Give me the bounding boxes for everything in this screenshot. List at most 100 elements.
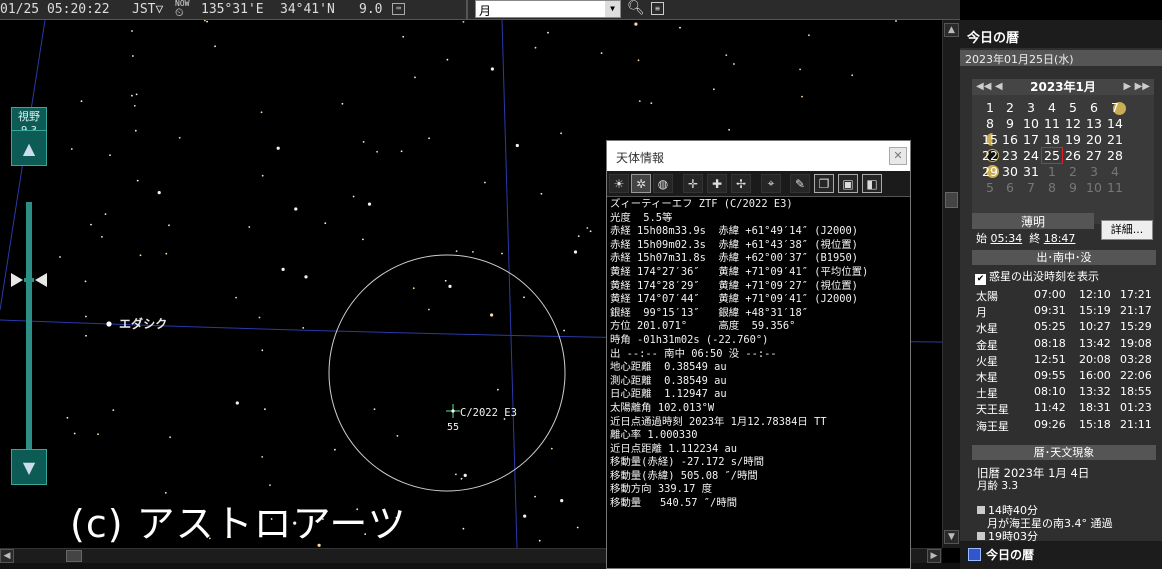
calendar-day[interactable]: 16: [1000, 132, 1020, 147]
keyboard-icon[interactable]: ⌨: [392, 3, 405, 15]
vertical-scroll-thumb[interactable]: [945, 192, 958, 208]
calendar-day[interactable]: 6: [1084, 100, 1104, 115]
detail-button[interactable]: 詳細...: [1101, 220, 1153, 240]
next-month-button[interactable]: ▶ ▶▶: [1123, 79, 1150, 95]
calendar-day[interactable]: 31: [1021, 164, 1041, 179]
star-target-icon[interactable]: ✲: [631, 174, 651, 193]
comet-marker[interactable]: [446, 404, 460, 418]
twilight-end-time[interactable]: 18:47: [1044, 232, 1076, 245]
calendar-day[interactable]: 7: [1105, 100, 1125, 115]
planet-transit: 15:18: [1079, 417, 1111, 431]
twilight-start-time[interactable]: 05:34: [991, 232, 1023, 245]
timezone-dropdown[interactable]: JST▽: [132, 2, 163, 17]
star: [801, 95, 803, 98]
calendar-day[interactable]: 3: [1021, 100, 1041, 115]
chevron-down-icon[interactable]: ▼: [605, 1, 620, 17]
calendar-day[interactable]: 19: [1063, 132, 1083, 147]
calendar-day[interactable]: 1: [980, 100, 1000, 115]
crosshair-add-icon[interactable]: ✚: [707, 174, 727, 193]
star-edasich[interactable]: [106, 321, 112, 327]
close-button[interactable]: ✕: [889, 147, 907, 165]
calendar-day[interactable]: 8: [1042, 180, 1062, 195]
prev-month-button[interactable]: ◀◀ ◀: [976, 79, 1003, 95]
calendar-day[interactable]: 14: [1105, 116, 1125, 131]
search-icon[interactable]: 🔍︎: [627, 0, 645, 16]
calendar-day[interactable]: 21: [1105, 132, 1125, 147]
image-icon[interactable]: ▣: [838, 174, 858, 193]
calendar-day[interactable]: 2: [1000, 100, 1020, 115]
calendar-day[interactable]: 24: [1021, 148, 1041, 163]
star: [576, 526, 579, 529]
calendar-day[interactable]: 26: [1063, 148, 1083, 163]
calendar-day[interactable]: 22: [980, 148, 1000, 163]
calendar-day[interactable]: 1: [1042, 164, 1062, 179]
scroll-down-icon[interactable]: ▼: [944, 530, 959, 544]
calendar-day[interactable]: 12: [1063, 116, 1083, 131]
info-panel-titlebar[interactable]: 天体情報 ✕: [607, 141, 910, 171]
calendar-day[interactable]: 29: [980, 164, 1000, 179]
checkbox-checked-icon[interactable]: ✔: [975, 274, 986, 285]
list-icon[interactable]: ≡: [651, 2, 664, 15]
longitude-display[interactable]: 135°31'E: [201, 2, 264, 17]
zoom-in-button[interactable]: ▲: [11, 130, 47, 166]
calendar-day[interactable]: 2: [1063, 164, 1083, 179]
star: [428, 137, 430, 140]
now-clock-icon[interactable]: NOW ⏲: [175, 0, 189, 18]
calendar-day[interactable]: 10: [1021, 116, 1041, 131]
zoom-slider-handle[interactable]: [10, 272, 48, 288]
panel-footer-tab[interactable]: 今日の暦: [960, 541, 1162, 569]
star: [560, 499, 564, 503]
today-calendar-panel: 今日の暦 2023年01月25日(水) ◀◀ ◀ 2023年1月 ▶ ▶▶ 12…: [960, 20, 1162, 569]
calendar-day[interactable]: 6: [1000, 180, 1020, 195]
calendar-day[interactable]: 9: [1063, 180, 1083, 195]
calendar-day[interactable]: 7: [1021, 180, 1041, 195]
calendar-day[interactable]: 17: [1021, 132, 1041, 147]
zoom-out-button[interactable]: ▼: [11, 449, 47, 485]
planet-rise: 09:31: [1034, 304, 1066, 318]
calendar-day[interactable]: 25: [1041, 147, 1063, 164]
calendar-day[interactable]: 3: [1084, 164, 1104, 179]
calendar-day[interactable]: 9: [1000, 116, 1020, 131]
calendar-day[interactable]: 11: [1105, 180, 1125, 195]
calendar-day[interactable]: 15: [980, 132, 1000, 147]
star: [264, 408, 266, 411]
sun-icon[interactable]: ☀: [609, 174, 629, 193]
calendar-day[interactable]: 30: [1000, 164, 1020, 179]
scroll-up-icon[interactable]: ▲: [944, 23, 959, 37]
calendar-day[interactable]: 27: [1084, 148, 1104, 163]
pencil-icon[interactable]: ✎: [790, 174, 810, 193]
star: [637, 59, 640, 62]
calendar-day[interactable]: 5: [980, 180, 1000, 195]
calendar-day[interactable]: 18: [1042, 132, 1062, 147]
crosshair-move-icon[interactable]: ✢: [731, 174, 751, 193]
calendar-day[interactable]: 28: [1105, 148, 1125, 163]
calendar-day[interactable]: 23: [1000, 148, 1020, 163]
calendar-day[interactable]: 4: [1105, 164, 1125, 179]
latitude-display[interactable]: 34°41'N: [280, 2, 335, 17]
stellanavigator-window: 01/25 05:20:22 JST▽ NOW ⏲ 135°31'E 34°41'…: [0, 0, 1162, 569]
telescope-icon[interactable]: ⌖: [761, 174, 781, 193]
planet-times-checkbox[interactable]: ✔ 惑星の出没時刻を表示: [975, 268, 1099, 285]
calendar-day[interactable]: 8: [980, 116, 1000, 131]
vertical-scrollbar[interactable]: ▲ ▼: [942, 20, 960, 548]
object-search-input[interactable]: 月 ▼: [475, 0, 621, 18]
planet-transit: 15:19: [1079, 304, 1111, 318]
scroll-left-icon[interactable]: ◀: [0, 549, 14, 563]
calendar-day[interactable]: 5: [1063, 100, 1083, 115]
star: [131, 30, 133, 32]
calendar-day[interactable]: 13: [1084, 116, 1104, 131]
palette-icon[interactable]: ◍: [653, 174, 673, 193]
star: [460, 477, 463, 480]
scroll-right-icon[interactable]: ▶: [927, 549, 941, 563]
datetime-display[interactable]: 01/25 05:20:22: [0, 2, 110, 17]
photo-icon[interactable]: ◧: [862, 174, 882, 193]
zoom-slider-track[interactable]: [26, 202, 32, 460]
crosshair-icon[interactable]: ✛: [683, 174, 703, 193]
calendar-day[interactable]: 10: [1084, 180, 1104, 195]
calendar-day[interactable]: 11: [1042, 116, 1062, 131]
window-icon[interactable]: ❐: [814, 174, 834, 193]
horizontal-scroll-thumb[interactable]: [66, 550, 82, 562]
limiting-magnitude-display[interactable]: 9.0: [359, 2, 382, 17]
calendar-day[interactable]: 20: [1084, 132, 1104, 147]
calendar-day[interactable]: 4: [1042, 100, 1062, 115]
